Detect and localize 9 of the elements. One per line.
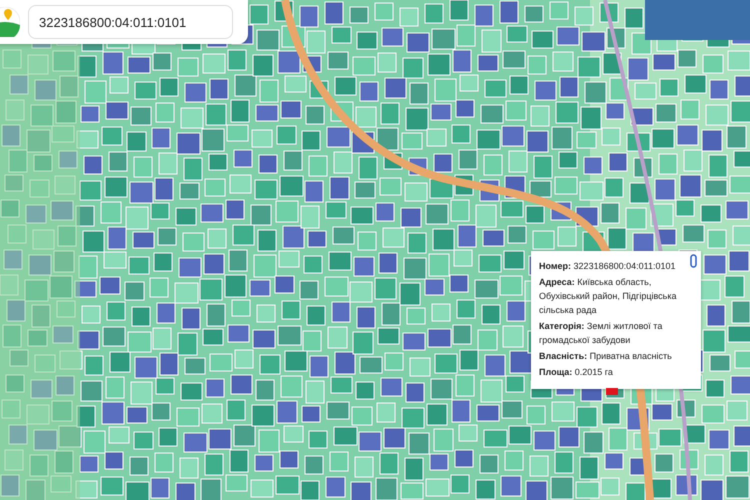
parcel-marker <box>606 388 618 395</box>
info-line: Адреса: Київська область, Обухівський район, Підгірцівська сільська рада <box>539 276 678 317</box>
info-line: Власність: Приватна власність <box>539 350 673 363</box>
info-line: Площа: 0.2015 га <box>539 366 614 379</box>
info-line: Категорія: Землі житлової та громадської забудови <box>539 320 664 347</box>
map-drawing[interactable] <box>0 0 750 500</box>
info-line: Номер: 3223186800:04:011:0101 <box>539 260 676 273</box>
search-field[interactable]: 3223186800:04:011:0101 <box>28 5 233 39</box>
paperclip-icon[interactable] <box>690 254 697 268</box>
